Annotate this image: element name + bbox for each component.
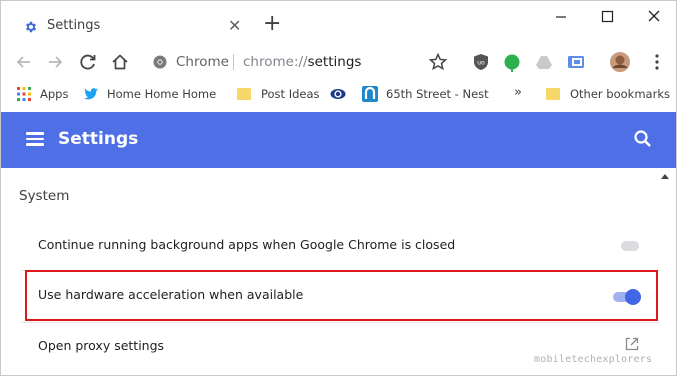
tab-strip: Settings ✕ +	[1, 1, 676, 43]
bookmark-label: Apps	[40, 87, 69, 101]
folder-icon	[546, 88, 560, 100]
bookmark-apps[interactable]: Apps	[16, 85, 76, 103]
profile-avatar[interactable]	[609, 51, 631, 73]
forward-arrow-icon[interactable]	[44, 51, 66, 73]
drive-extension-icon[interactable]	[533, 51, 555, 73]
setting-label: Open proxy settings	[38, 338, 165, 353]
page-title: Settings	[58, 129, 139, 149]
section-title: System	[19, 188, 70, 204]
folder-icon	[237, 88, 251, 100]
overflow-chevron-icon: »	[514, 85, 522, 100]
omnibox[interactable]: Chrome chrome://settings	[143, 47, 473, 77]
svg-text:uo: uo	[477, 60, 485, 67]
bookmark-label: Other bookmarks	[570, 87, 670, 101]
tab-settings[interactable]: Settings ✕	[11, 9, 248, 43]
new-tab-button[interactable]: +	[263, 13, 281, 35]
evernote-extension-icon[interactable]	[501, 51, 523, 73]
tab-close-icon[interactable]: ✕	[228, 16, 241, 36]
external-link-icon[interactable]	[624, 336, 640, 352]
nest-icon	[362, 86, 378, 102]
url-scheme: chrome://	[243, 54, 308, 70]
home-icon[interactable]	[109, 51, 131, 73]
scroll-up-arrow-icon[interactable]	[661, 174, 669, 179]
bookmark-home-home-home[interactable]: Home Home Home	[83, 85, 217, 103]
reload-icon[interactable]	[77, 51, 99, 73]
settings-content: System Continue running background apps …	[1, 168, 676, 375]
minimize-icon[interactable]	[548, 7, 574, 27]
bookmark-cbs[interactable]	[330, 85, 350, 103]
url-path: settings	[307, 54, 362, 70]
chrome-logo-icon	[153, 55, 167, 69]
cbs-eye-icon	[330, 89, 346, 99]
bookmark-label: Post Ideas	[261, 87, 320, 101]
browser-toolbar: Chrome chrome://settings uo	[1, 43, 676, 81]
omnibox-url: chrome://settings	[243, 54, 361, 70]
maximize-icon[interactable]	[594, 7, 620, 27]
bookmark-other-bookmarks[interactable]: Other bookmarks	[546, 85, 671, 103]
search-icon[interactable]	[632, 128, 654, 150]
bookmarks-bar: Apps Home Home Home Post Ideas 65th Stre…	[1, 81, 676, 107]
bookmark-star-icon[interactable]	[427, 51, 449, 73]
setting-row-background-apps[interactable]: Continue running background apps when Go…	[19, 222, 664, 270]
bookmark-label: 65th Street - Nest	[386, 87, 489, 101]
settings-gear-icon	[25, 21, 37, 33]
settings-header: Settings	[1, 112, 676, 168]
bookmark-65th-street-nest[interactable]: 65th Street - Nest	[362, 85, 489, 103]
window-close-icon[interactable]	[641, 7, 667, 27]
apps-grid-icon	[17, 87, 31, 101]
omnibox-site-name: Chrome	[176, 54, 229, 70]
toggle-track	[621, 241, 639, 251]
kebab-menu-icon[interactable]	[646, 51, 668, 73]
ublock-shield-icon[interactable]: uo	[470, 51, 492, 73]
tab-manager-extension-icon[interactable]	[565, 51, 587, 73]
bookmark-label: Home Home Home	[107, 87, 217, 101]
omnibox-divider	[233, 54, 234, 70]
tab-title: Settings	[47, 18, 101, 33]
back-arrow-icon[interactable]	[13, 51, 35, 73]
watermark-text: mobiletechexplorers	[534, 354, 653, 365]
setting-label: Continue running background apps when Go…	[38, 237, 456, 252]
bookmark-folder-post-ideas[interactable]: Post Ideas	[237, 85, 322, 103]
twitter-icon	[84, 88, 98, 100]
system-settings-card: Continue running background apps when Go…	[19, 222, 664, 375]
browser-window: Settings ✕ + Chrome chrome://settings uo	[0, 0, 677, 376]
bookmarks-overflow-chevron[interactable]: »	[514, 85, 528, 103]
hamburger-menu-icon[interactable]	[26, 132, 44, 146]
highlight-box	[25, 270, 658, 321]
